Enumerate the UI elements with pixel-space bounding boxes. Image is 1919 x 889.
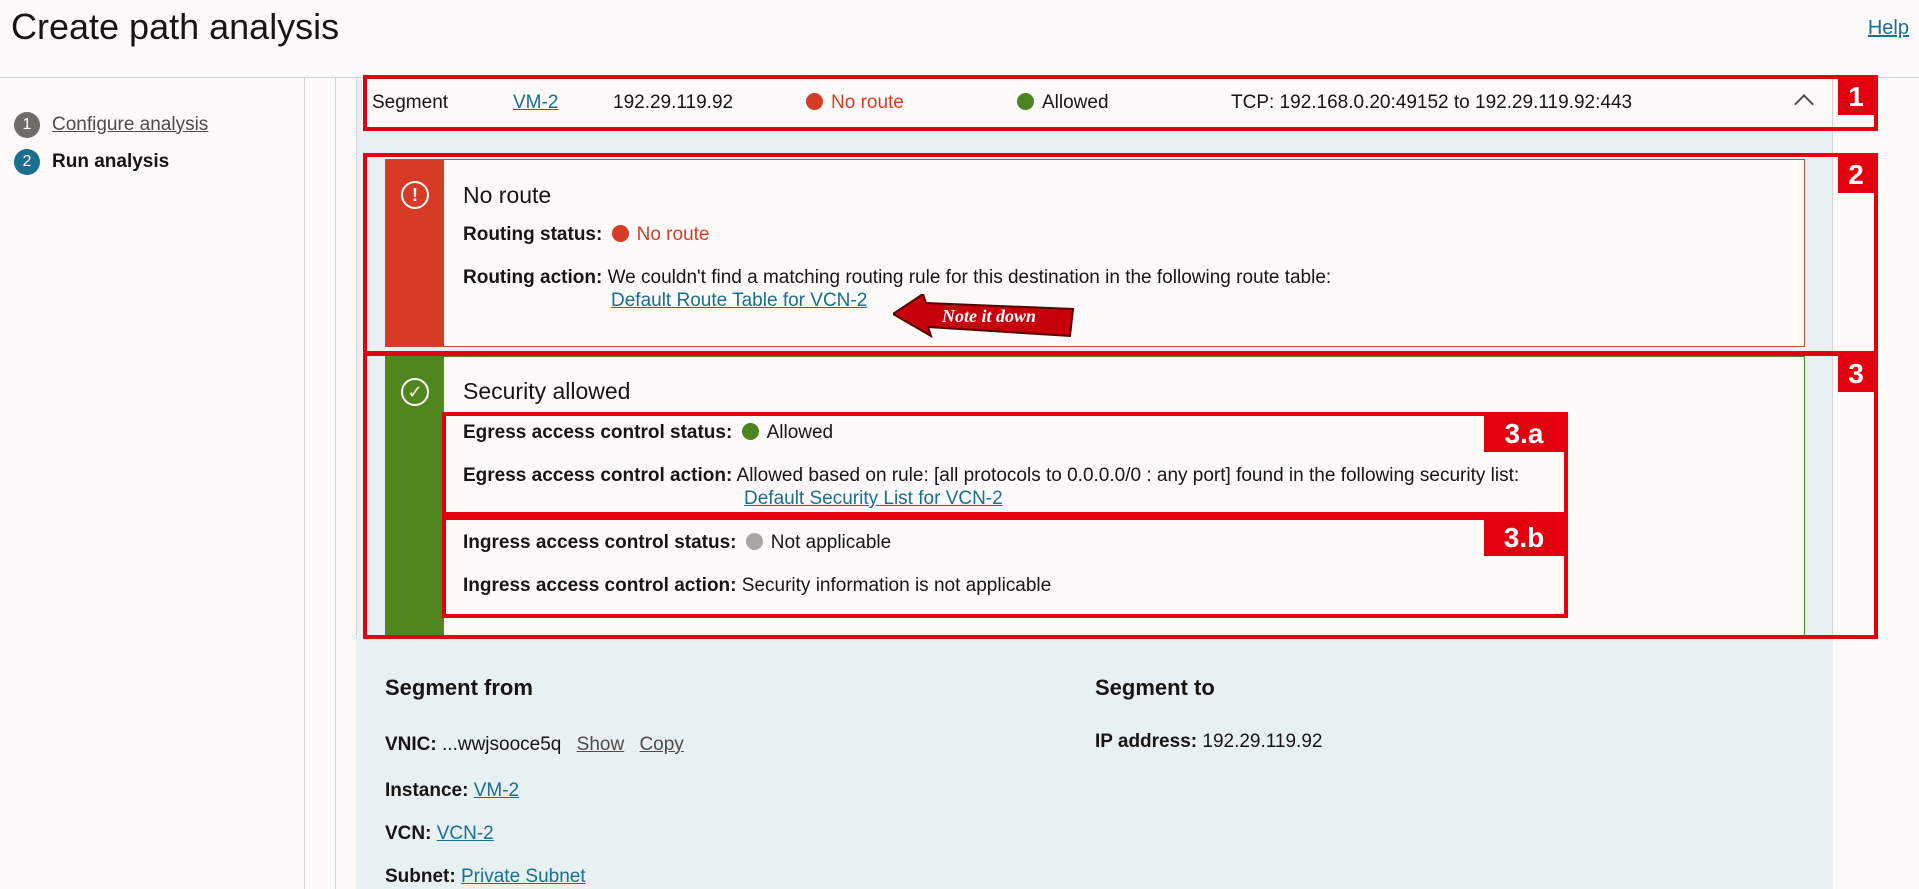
subnet-field: Subnet: Private Subnet bbox=[385, 866, 586, 887]
annotation-tag-2: 2 bbox=[1838, 156, 1874, 193]
annotation-tag-1: 1 bbox=[1838, 78, 1874, 115]
annotation-tag-3: 3 bbox=[1838, 355, 1874, 392]
annotation-tag-3a: 3.a bbox=[1484, 415, 1564, 452]
vcn-field: VCN: VCN-2 bbox=[385, 823, 494, 844]
sidebar-divider bbox=[304, 78, 305, 889]
instance-link[interactable]: VM-2 bbox=[474, 780, 519, 801]
content-divider bbox=[335, 78, 336, 889]
step-configure-analysis[interactable]: 1 Configure analysis bbox=[14, 106, 208, 143]
note-label: Note it down bbox=[941, 306, 1036, 326]
segment-details bbox=[356, 636, 1833, 889]
vcn-link[interactable]: VCN-2 bbox=[437, 823, 494, 844]
instance-field: Instance: VM-2 bbox=[385, 780, 520, 801]
segment-from-heading: Segment from bbox=[385, 675, 533, 700]
annotation-box-1 bbox=[363, 75, 1878, 131]
show-vnic-link[interactable]: Show bbox=[577, 734, 625, 755]
page-title: Create path analysis bbox=[11, 6, 340, 47]
subnet-link[interactable]: Private Subnet bbox=[461, 866, 586, 887]
step-label[interactable]: Configure analysis bbox=[52, 114, 208, 136]
note-arrow-icon: Note it down bbox=[893, 294, 1075, 338]
help-link[interactable]: Help bbox=[1868, 17, 1909, 40]
step-run-analysis: 2 Run analysis bbox=[14, 143, 208, 180]
segment-to-heading: Segment to bbox=[1095, 675, 1215, 700]
step-number: 1 bbox=[14, 111, 40, 138]
step-number: 2 bbox=[14, 148, 40, 175]
step-label: Run analysis bbox=[52, 150, 170, 172]
wizard-steps: 1 Configure analysis 2 Run analysis bbox=[14, 106, 208, 180]
annotation-box-3a bbox=[442, 412, 1568, 516]
copy-vnic-link[interactable]: Copy bbox=[639, 734, 683, 755]
annotation-box-2 bbox=[363, 153, 1878, 355]
annotation-tag-3b: 3.b bbox=[1484, 519, 1564, 556]
ip-address-field: IP address: 192.29.119.92 bbox=[1095, 731, 1323, 752]
vnic-field: VNIC: ...wwjsooce5q Show Copy bbox=[385, 734, 684, 755]
annotation-box-3b bbox=[442, 516, 1568, 618]
